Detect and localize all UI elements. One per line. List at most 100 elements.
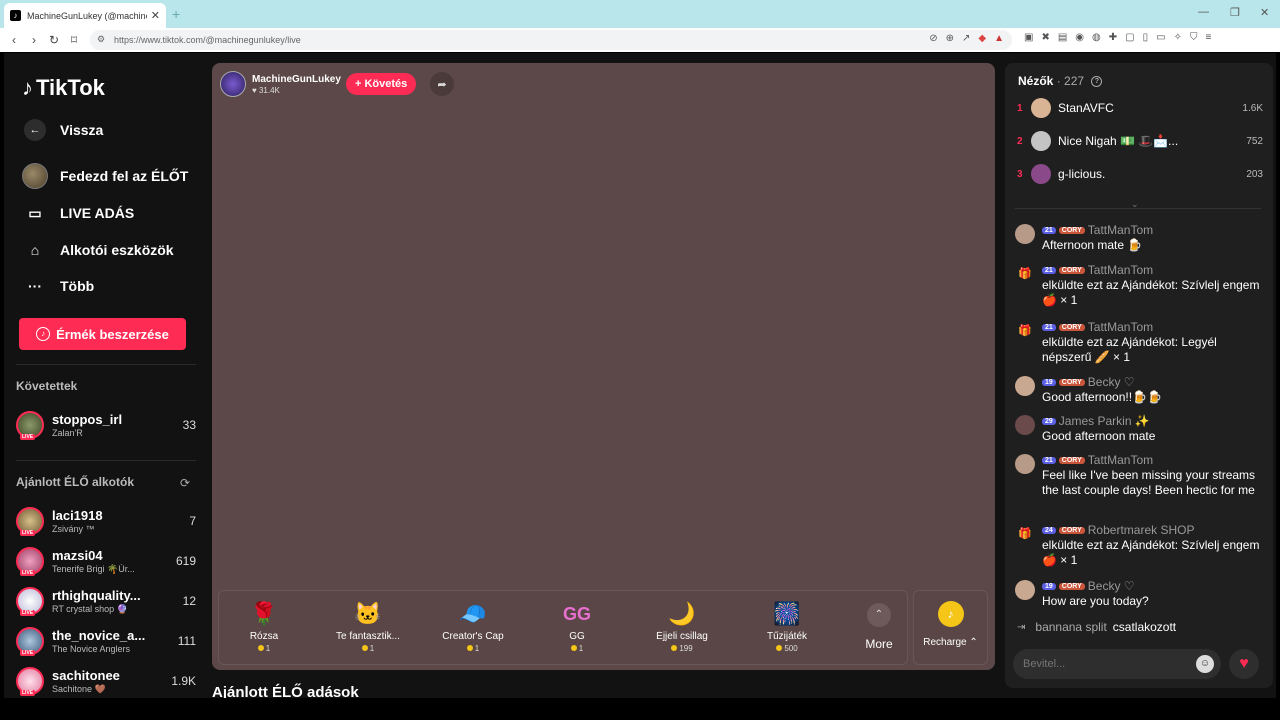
sidebar-icon[interactable]: ▯ — [1143, 32, 1149, 43]
get-coins-button[interactable]: ♪ Érmék beszerzése — [19, 318, 186, 350]
back-link[interactable]: ← Vissza — [22, 119, 103, 141]
nav-creator-tools[interactable]: ⌂ Alkotói eszközök — [22, 237, 174, 263]
avatar[interactable] — [1015, 580, 1035, 600]
tiktok-logo[interactable]: ♪ TikTok — [22, 75, 105, 101]
vpn-icon[interactable]: ⛉ — [1190, 32, 1198, 43]
host-info[interactable]: MachineGunLukey ♥ 31.4K — [220, 71, 341, 97]
nav-more[interactable]: ··· Több — [22, 273, 94, 299]
avatar[interactable] — [1015, 224, 1035, 244]
extension-icon[interactable]: ▢ — [1125, 32, 1134, 43]
recommended-creator[interactable]: LIVE laci1918 Zsivány ™ 7 — [16, 503, 196, 539]
chat-username[interactable]: Becky ♡ — [1088, 375, 1135, 389]
share-icon[interactable]: ➦ — [430, 72, 454, 96]
forward-icon[interactable]: › — [24, 33, 44, 47]
bookmark-icon[interactable]: ⌑ — [64, 33, 84, 47]
recharge-button[interactable]: ♪ Recharge ⌃ — [913, 590, 988, 665]
refresh-icon[interactable]: ⟳ — [180, 476, 190, 490]
rank-number: 1 — [1017, 102, 1023, 114]
chat-username[interactable]: TattManTom — [1088, 223, 1153, 237]
viewer-score: 203 — [1246, 168, 1263, 180]
fan-badge: CORY — [1058, 226, 1085, 234]
top-viewer[interactable]: 2 Nice Nigah 💵 🎩📩... 752 — [1017, 129, 1263, 153]
gift-item[interactable]: 🌹 Rózsa 1 — [219, 599, 309, 653]
viewer-count: 1.9K — [171, 674, 196, 688]
extension-icon[interactable]: ✖ — [1041, 32, 1049, 43]
reload-icon[interactable]: ↻ — [44, 33, 64, 47]
chat-username[interactable]: Becky ♡ — [1088, 579, 1135, 593]
translate-icon[interactable]: ⊘ — [929, 33, 937, 44]
creator-subtitle: Sachitone 🤎 — [52, 683, 106, 694]
heart-icon[interactable]: ♥ — [1229, 649, 1259, 679]
recommended-creator[interactable]: LIVE sachitonee Sachitone 🤎 1.9K — [16, 663, 196, 698]
top-viewer[interactable]: 3 g-licious. 203 — [1017, 162, 1263, 186]
avatar[interactable] — [1015, 454, 1035, 474]
gift-item[interactable]: 🎆 Tűzijáték 500 — [742, 599, 832, 653]
help-icon[interactable]: ? — [1091, 76, 1103, 88]
extension-icon[interactable]: ✧ — [1174, 32, 1182, 43]
nav-explore-live[interactable]: Fedezd fel az ÉLŐT — [22, 163, 188, 189]
nav-label: Fedezd fel az ÉLŐT — [60, 168, 189, 184]
close-window-icon[interactable]: ✕ — [1260, 6, 1269, 19]
fan-badge: CORY — [1058, 456, 1085, 464]
follow-button[interactable]: + Követés — [346, 73, 417, 95]
menu-icon[interactable]: ≡ — [1205, 32, 1211, 43]
host-avatar — [220, 71, 246, 97]
share-icon[interactable]: ↗ — [962, 33, 970, 44]
host-likes: 31.4K — [258, 85, 280, 95]
viewers-header[interactable]: Nézők · 227 ? — [1018, 74, 1103, 88]
level-badge: 24 — [1042, 526, 1056, 534]
chat-input[interactable] — [1013, 649, 1221, 679]
emoji-icon[interactable]: ☺ — [1196, 655, 1214, 673]
gift-item[interactable]: 🌙 Éjjeli csillag 199 — [637, 599, 727, 653]
new-tab-icon[interactable]: + — [172, 6, 180, 22]
back-icon[interactable]: ‹ — [4, 33, 24, 47]
wallet-icon[interactable]: ▭ — [1156, 32, 1165, 43]
chat-username[interactable]: TattManTom — [1088, 263, 1153, 277]
chat-username[interactable]: TattManTom — [1088, 453, 1153, 467]
chat-username[interactable]: James Parkin ✨ — [1059, 414, 1150, 428]
live-video-player[interactable]: MachineGunLukey ♥ 31.4K + Követés ➦ 🌹 Ró… — [212, 63, 995, 670]
coin-icon — [466, 645, 473, 651]
divider — [16, 364, 196, 365]
avatar[interactable] — [1015, 376, 1035, 396]
recommended-creator[interactable]: LIVE rthighquality... RT crystal shop 🔮 … — [16, 583, 196, 619]
gift-item[interactable]: GG GG 1 — [532, 599, 622, 653]
site-info-icon[interactable]: ⚙ — [97, 34, 105, 45]
logo-text: TikTok — [36, 75, 105, 100]
address-bar: ‹ › ↻ ⌑ ⚙ https://www.tiktok.com/@machin… — [0, 28, 1280, 52]
more-gifts-button[interactable]: ⌃ More — [859, 603, 899, 651]
level-badge: 21 — [1042, 226, 1056, 234]
puzzle-icon[interactable]: ✚ — [1109, 32, 1117, 43]
browser-tab[interactable]: ♪ MachineGunLukey (@machineg ✕ — [4, 3, 166, 28]
url-field[interactable]: ⚙ https://www.tiktok.com/@machinegunluke… — [90, 30, 1012, 50]
brave-shield-icon[interactable]: ◆ — [978, 33, 986, 44]
viewer-score: 1.6K — [1242, 102, 1263, 114]
gift-name: Te fantasztik... — [336, 631, 400, 642]
gift-item[interactable]: 🧢 Creator's Cap 1 — [428, 599, 518, 653]
recommended-creator[interactable]: LIVE mazsi04 Tenerife Brigi 🌴Úr... 619 — [16, 543, 196, 579]
avatar[interactable] — [1015, 415, 1035, 435]
following-item[interactable]: LIVE stoppos_irl Zalan'R 33 — [16, 407, 196, 443]
chat-username[interactable]: TattManTom — [1088, 320, 1153, 334]
join-username[interactable]: bannana split — [1035, 620, 1106, 634]
tiktok-note-icon: ♪ — [22, 75, 33, 100]
gift-icon: 🎁 — [1018, 528, 1032, 540]
zoom-icon[interactable]: ⊕ — [946, 33, 954, 44]
extension-icon[interactable]: ▣ — [1024, 32, 1033, 43]
minimize-icon[interactable]: — — [1198, 6, 1209, 18]
chat-username[interactable]: Robertmarek SHOP — [1088, 523, 1195, 537]
rewards-icon[interactable]: ▲ — [994, 33, 1004, 44]
level-badge: 29 — [1042, 417, 1056, 425]
extension-icon[interactable]: ▤ — [1058, 32, 1067, 43]
extension-icon[interactable]: ◍ — [1092, 32, 1101, 43]
gift-item[interactable]: 🐱 Te fantasztik... 1 — [323, 599, 413, 653]
nav-live-studio[interactable]: ▭ LIVE ADÁS — [22, 200, 134, 226]
gift-name: Éjjeli csillag — [656, 631, 708, 642]
top-viewer[interactable]: 1 StanAVFC 1.6K — [1017, 96, 1263, 120]
viewers-count: · 227 — [1056, 74, 1085, 88]
recommended-creator[interactable]: LIVE the_novice_a... The Novice Anglers … — [16, 623, 196, 659]
restore-icon[interactable]: ❐ — [1230, 6, 1240, 19]
viewer-count: 7 — [189, 514, 196, 528]
extension-icon[interactable]: ◉ — [1075, 32, 1084, 43]
close-tab-icon[interactable]: ✕ — [151, 9, 160, 22]
